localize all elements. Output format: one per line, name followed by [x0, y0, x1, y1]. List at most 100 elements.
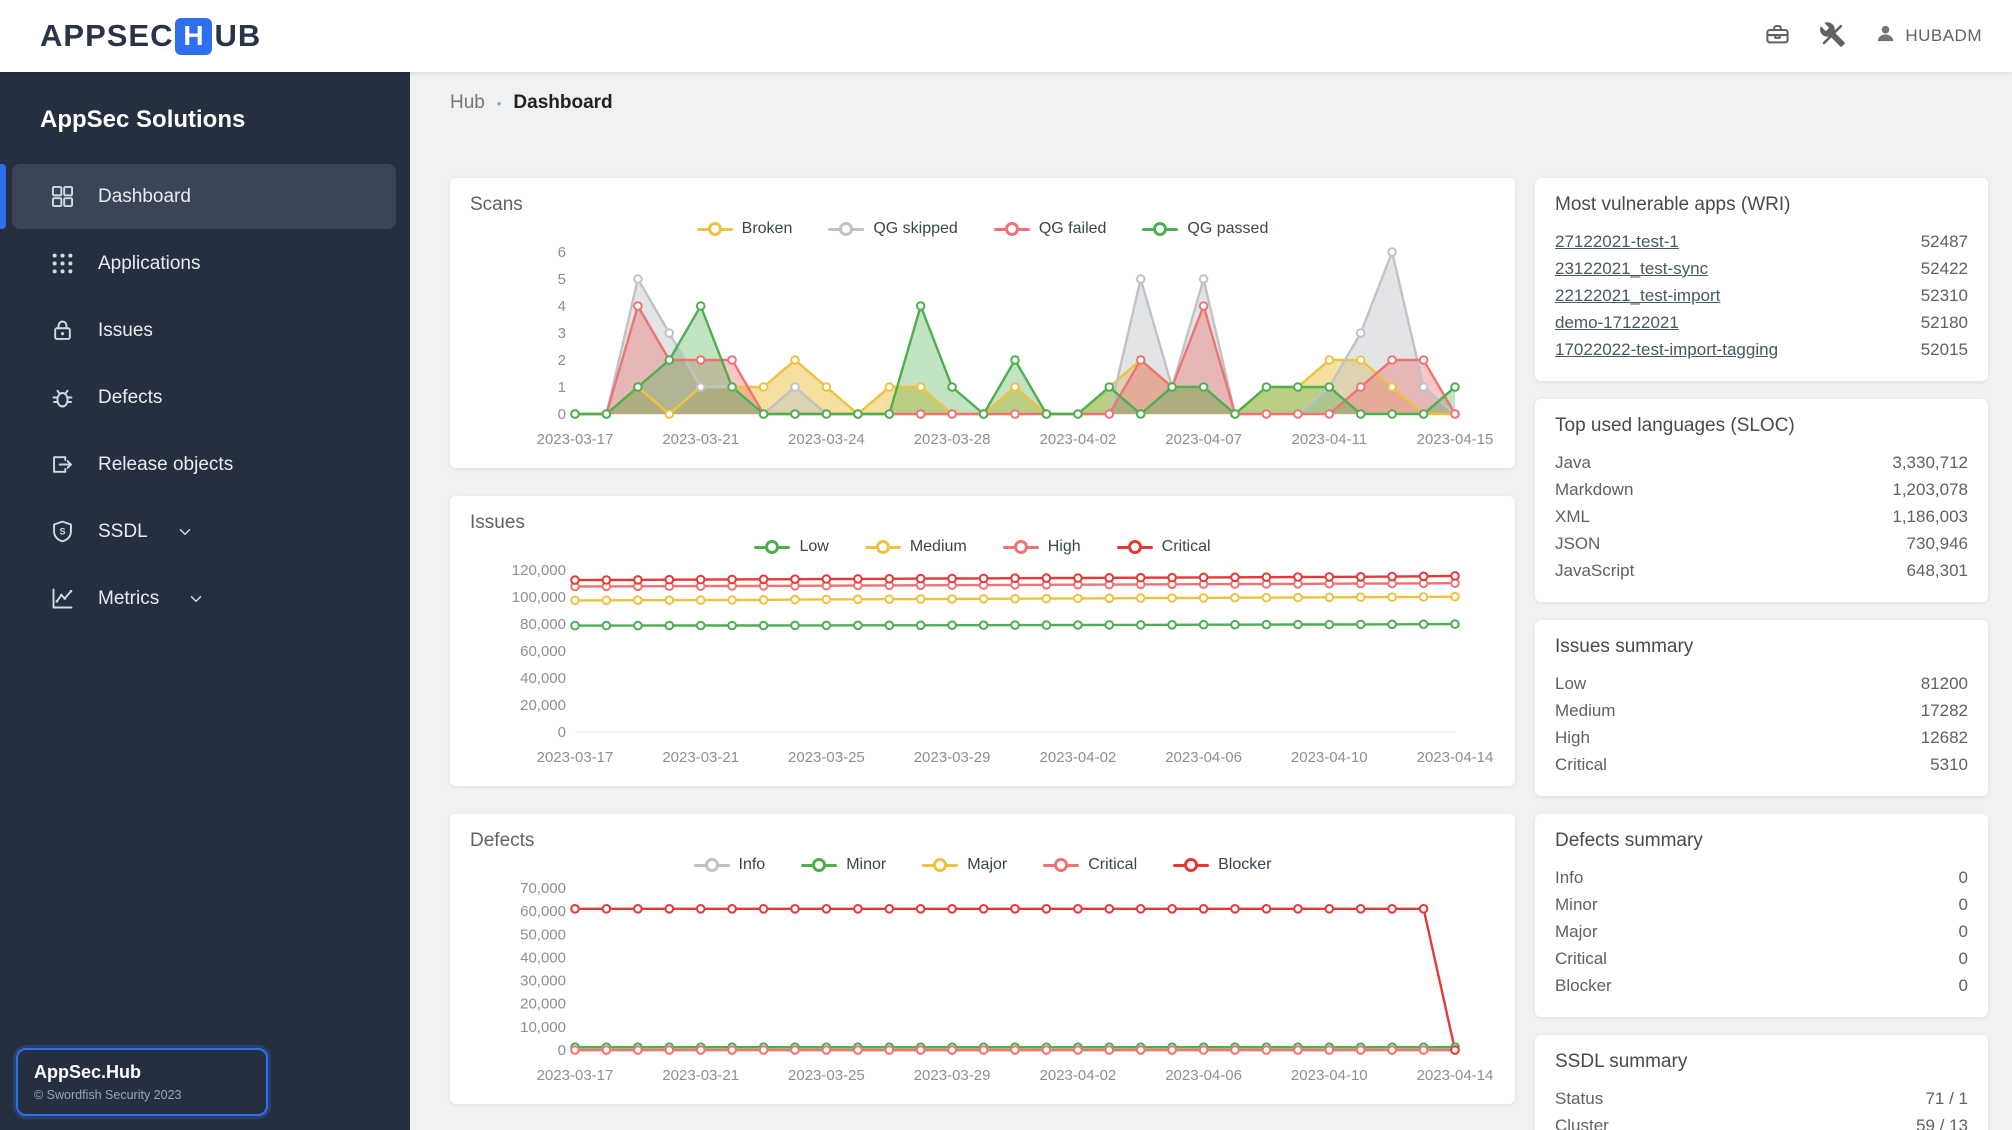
legend-label: Major: [967, 856, 1008, 873]
sidebar-title: AppSec Solutions: [40, 106, 246, 133]
sidebar-item-issues[interactable]: Issues: [12, 298, 396, 363]
legend-item-blocker[interactable]: Blocker: [1173, 856, 1271, 874]
issues-chart: 0 20,000 40,000 60,000 80,000 100,000 120,000 2…: [512, 562, 1494, 766]
legend-item-qg-passed[interactable]: QG passed: [1142, 220, 1268, 238]
chevron-down-icon: [187, 590, 205, 608]
row-value: 0: [1958, 922, 1968, 941]
sidebar-item-release-objects[interactable]: Release objects: [12, 432, 396, 497]
svg-text:2023-03-21: 2023-03-21: [662, 1067, 739, 1084]
main-content: Hub • Dashboard Scans Broken QG skipped QG…: [410, 72, 2012, 1130]
row-value: 1,203,078: [1892, 480, 1968, 499]
legend-item-qg-skipped[interactable]: QG skipped: [828, 220, 958, 238]
applications-icon: [48, 250, 76, 278]
svg-text:20,000: 20,000: [520, 697, 566, 714]
app-link[interactable]: 27122021-test-1: [1555, 228, 1679, 255]
svg-text:20,000: 20,000: [520, 996, 566, 1013]
chevron-down-icon: [176, 523, 194, 541]
legend-marker: [754, 540, 791, 554]
legend-item-info[interactable]: Info: [693, 856, 765, 874]
legend-item-low[interactable]: Low: [754, 538, 829, 556]
svg-text:2023-03-17: 2023-03-17: [537, 431, 614, 448]
legend-item-critical[interactable]: Critical: [1116, 538, 1211, 556]
row-value: 0: [1958, 949, 1968, 968]
panel-row: Major 0: [1555, 918, 1968, 945]
panel-row: Cluster 59 / 13: [1555, 1112, 1968, 1130]
user-menu[interactable]: HUBADM: [1874, 22, 1982, 50]
tools-button[interactable]: [1819, 21, 1846, 51]
legend-item-qg-failed[interactable]: QG failed: [993, 220, 1106, 238]
svg-text:2023-04-02: 2023-04-02: [1040, 749, 1117, 766]
svg-text:2023-04-07: 2023-04-07: [1165, 431, 1242, 448]
panel-title: Top used languages (SLOC): [1555, 415, 1795, 436]
panel-row: Low 81200: [1555, 670, 1968, 697]
legend-marker: [1002, 540, 1039, 554]
toolbox-icon: [1764, 21, 1791, 51]
bug-icon: [48, 384, 76, 412]
svg-text:120,000: 120,000: [512, 562, 566, 579]
sidebar-footer-card[interactable]: AppSec.Hub © Swordfish Security 2023: [16, 1048, 268, 1116]
row-value: 5310: [1930, 755, 1968, 774]
row-label: XML: [1555, 507, 1590, 526]
panel-row: Info 0: [1555, 864, 1968, 891]
tools-icon: [1819, 21, 1846, 51]
scans-chart: 0 1 2 3 4 5 6 2023-03-17 2023-03-21 2023-03-24 202…: [537, 244, 1494, 448]
defects-chart-legend: Info Minor Major Critical Blocker: [470, 856, 1495, 874]
sidebar-menu: Dashboard Applications Issues Defects Re…: [0, 158, 410, 639]
panel-row: 27122021-test-1 52487: [1555, 228, 1968, 255]
shield-icon: S: [48, 518, 76, 546]
app-link[interactable]: 23122021_test-sync: [1555, 255, 1708, 282]
svg-text:2023-03-17: 2023-03-17: [537, 749, 614, 766]
app-link[interactable]: demo-17122021: [1555, 309, 1679, 336]
toolbox-button[interactable]: [1764, 21, 1791, 51]
svg-text:2023-03-29: 2023-03-29: [914, 1067, 991, 1084]
svg-text:2023-03-21: 2023-03-21: [662, 749, 739, 766]
svg-text:60,000: 60,000: [520, 643, 566, 660]
legend-label: Medium: [909, 538, 967, 555]
row-label: Cluster: [1555, 1116, 1609, 1130]
metrics-chart-icon: [48, 585, 76, 613]
legend-item-medium[interactable]: Medium: [864, 538, 967, 556]
legend-item-critical[interactable]: Critical: [1043, 856, 1137, 874]
svg-text:2023-04-15: 2023-04-15: [1417, 431, 1494, 448]
app-logo[interactable]: APPSEC H UB: [40, 17, 261, 55]
legend-label: Minor: [846, 856, 887, 873]
panel-row: demo-17122021 52180: [1555, 309, 1968, 336]
breadcrumb-current: Dashboard: [513, 92, 613, 113]
breadcrumb-hub[interactable]: Hub: [450, 92, 485, 114]
sidebar-item-ssdl[interactable]: S SSDL: [12, 499, 396, 564]
app-link[interactable]: 22122021_test-import: [1555, 282, 1720, 309]
sidebar-item-applications[interactable]: Applications: [12, 231, 396, 296]
panel-title: Most vulnerable apps (WRI): [1555, 194, 1791, 215]
app-link[interactable]: 17022022-test-import-tagging: [1555, 336, 1778, 363]
defects-chart: 0 10,000 20,000 30,000 40,000 50,000 60,000 70,…: [520, 880, 1494, 1084]
legend-marker: [993, 222, 1030, 236]
svg-text:2023-04-14: 2023-04-14: [1417, 1067, 1494, 1084]
user-icon: [1874, 22, 1897, 50]
summary-column: Most vulnerable apps (WRI) 27122021-test…: [1535, 178, 1988, 1130]
panel-row: Markdown 1,203,078: [1555, 476, 1968, 503]
sidebar-item-defects[interactable]: Defects: [12, 365, 396, 430]
svg-text:1: 1: [558, 379, 566, 396]
legend-item-major[interactable]: Major: [922, 856, 1007, 874]
legend-marker: [1116, 540, 1153, 554]
lock-issue-icon: [48, 317, 76, 345]
charts-column: Scans Broken QG skipped QG failed QG passed…: [450, 178, 1515, 1104]
legend-item-high[interactable]: High: [1002, 538, 1081, 556]
legend-label: Critical: [1161, 538, 1211, 555]
svg-text:10,000: 10,000: [520, 1019, 566, 1036]
row-value: 52487: [1920, 232, 1968, 251]
svg-text:50,000: 50,000: [520, 926, 566, 943]
panel-ssdl-summary: SSDL summary Status 71 / 1 Cluster 59 / 13: [1535, 1035, 1988, 1130]
issues-card: Issues Low Medium High Critical 0 20,000 40,0…: [450, 496, 1515, 786]
svg-text:40,000: 40,000: [520, 949, 566, 966]
legend-item-broken[interactable]: Broken: [696, 220, 792, 238]
legend-item-minor[interactable]: Minor: [801, 856, 886, 874]
issues-chart-legend: Low Medium High Critical: [470, 538, 1495, 556]
legend-marker: [1173, 858, 1210, 872]
svg-text:2023-03-28: 2023-03-28: [914, 431, 991, 448]
svg-text:2023-03-25: 2023-03-25: [788, 1067, 865, 1084]
svg-text:70,000: 70,000: [520, 880, 566, 897]
sidebar-item-metrics[interactable]: Metrics: [12, 566, 396, 631]
sidebar-item-dashboard[interactable]: Dashboard: [0, 164, 396, 229]
panel-row: JSON 730,946: [1555, 530, 1968, 557]
